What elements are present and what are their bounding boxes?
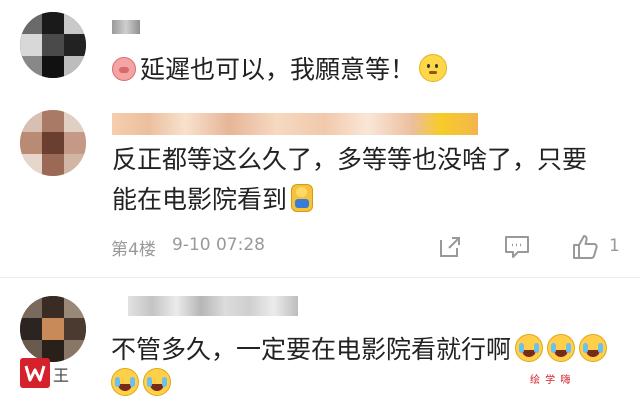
comment-icon <box>505 236 529 258</box>
comment-text-content: 能在电影院看到 <box>112 185 288 214</box>
timestamp: 9-10 07:28 <box>172 235 265 255</box>
watermark-small-text: 绘 学 嗨 <box>530 375 572 386</box>
comment-item-3: 不管多久，一定要在电影院看就行啊 王 绘 学 嗨 <box>0 278 640 404</box>
username-blurred[interactable] <box>112 20 140 34</box>
share-icon <box>440 237 460 257</box>
comment-text-line-1: 不管多久，一定要在电影院看就行啊 <box>111 332 608 368</box>
share-button[interactable] <box>436 233 464 261</box>
crying-emoji-icon <box>111 368 139 396</box>
thinking-emoji-icon <box>419 54 448 82</box>
kneeling-emoji-icon <box>291 184 314 212</box>
comment-text-line-2 <box>107 366 171 402</box>
crying-emoji-icon <box>579 334 608 362</box>
comment-text-content: 不管多久，一定要在电影院看就行啊 <box>111 335 512 364</box>
comment-text: 延遲也可以，我願意等！ <box>112 52 448 88</box>
crying-emoji-icon <box>515 334 544 362</box>
username-blurred[interactable] <box>128 296 298 316</box>
avatar[interactable] <box>20 12 86 78</box>
comment-text-content: 延遲也可以，我願意等！ <box>140 55 416 84</box>
logo-icon <box>24 365 46 382</box>
like-button[interactable]: 1 <box>571 233 623 261</box>
comment-text-line-2: 能在电影院看到 <box>112 182 314 218</box>
crying-emoji-icon <box>547 334 576 362</box>
reply-button[interactable] <box>503 233 531 261</box>
avatar[interactable] <box>20 110 86 176</box>
comment-text-line-1: 反正都等这么久了，多等等也没啥了，只要 <box>112 145 588 174</box>
avatar[interactable] <box>20 296 86 362</box>
comment-item-2: 反正都等这么久了，多等等也没啥了，只要 能在电影院看到 第4楼 9-10 07:… <box>0 100 640 275</box>
watermark-logo <box>20 358 50 388</box>
crying-emoji-icon <box>143 368 171 396</box>
thumbs-up-icon <box>573 235 598 259</box>
pig-emoji-icon <box>112 57 136 81</box>
watermark-label: 王 <box>53 366 70 385</box>
like-count: 1 <box>609 236 620 256</box>
floor-label: 第4楼 <box>111 240 156 260</box>
username-blurred[interactable] <box>112 113 478 135</box>
comment-item-1: 延遲也可以，我願意等！ <box>0 0 640 100</box>
